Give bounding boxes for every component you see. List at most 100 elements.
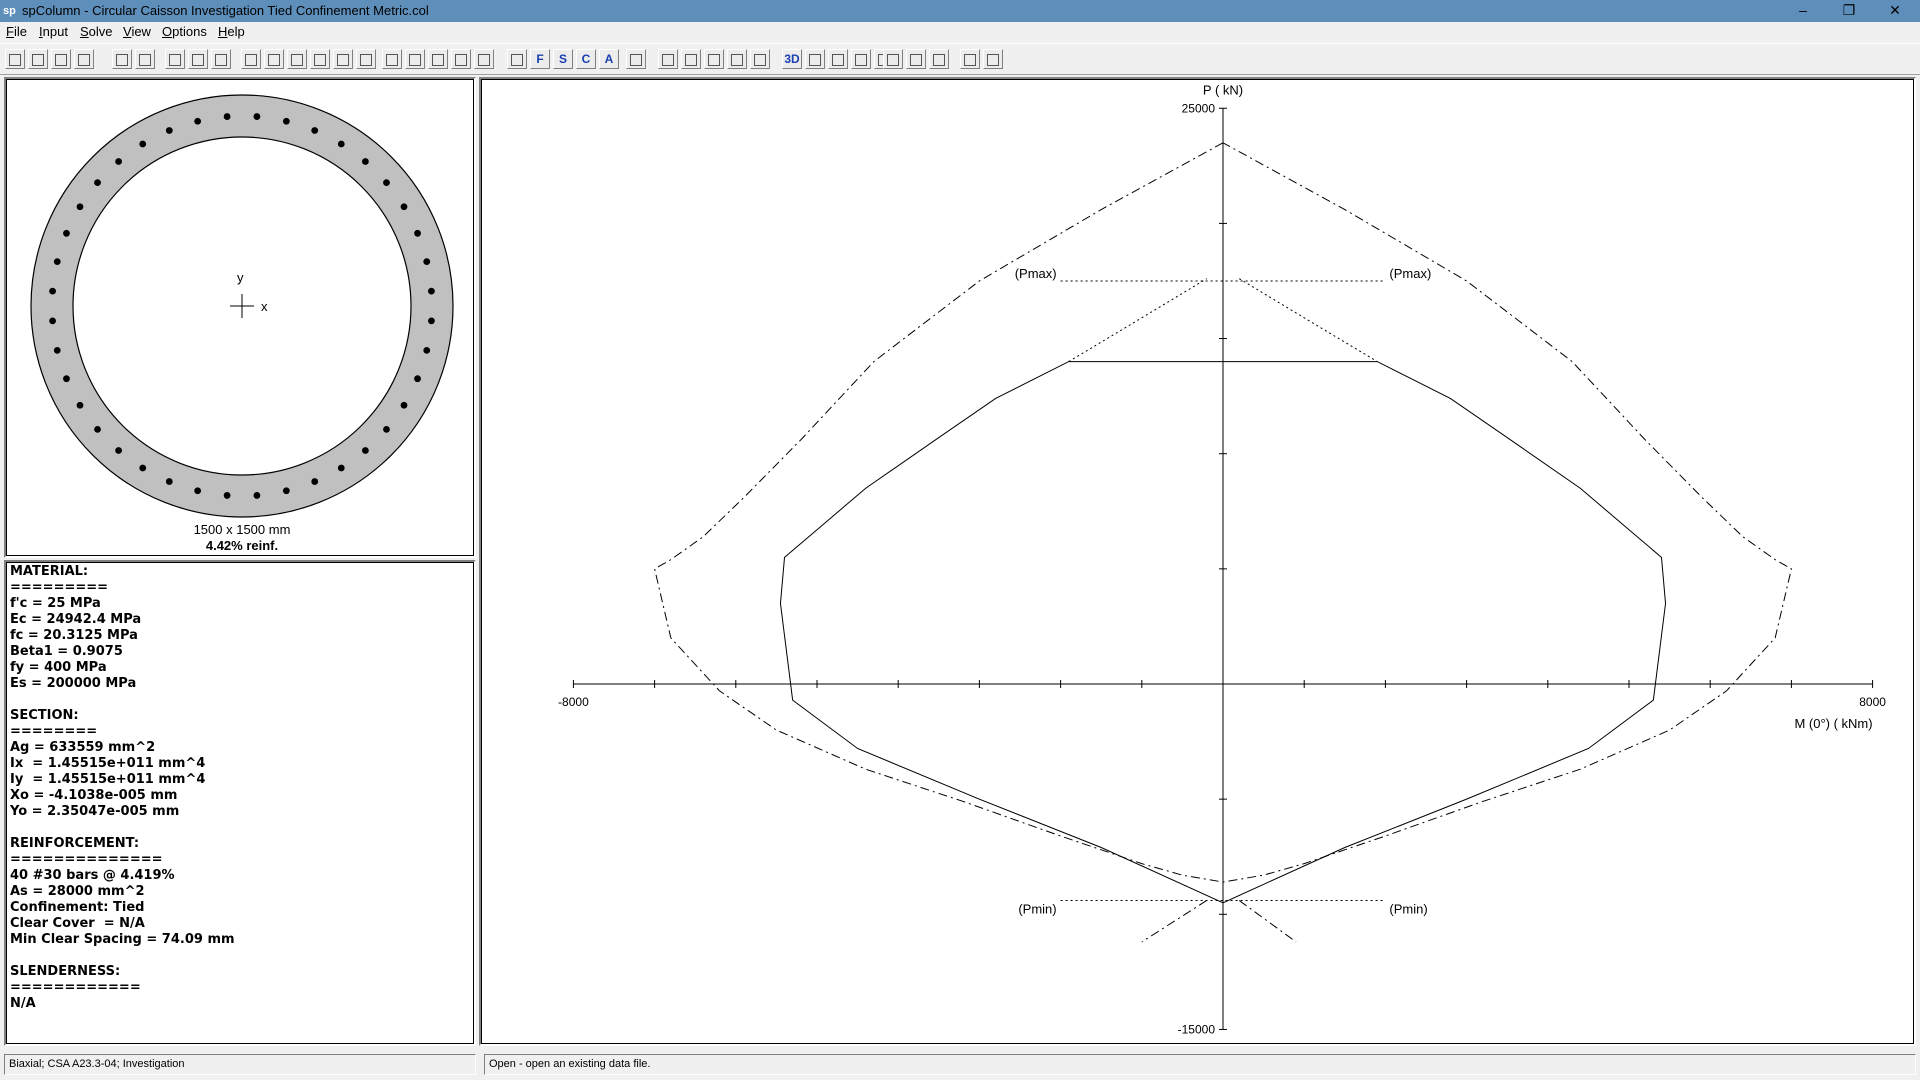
loads-service-icon[interactable]	[428, 49, 448, 69]
rebar	[115, 158, 123, 165]
rect-section-icon[interactable]	[165, 49, 185, 69]
sliding-load-icon[interactable]	[883, 49, 903, 69]
reinf-sides-different-icon[interactable]	[310, 49, 330, 69]
f-font-icon[interactable]: F	[530, 49, 550, 69]
3d-view-icon[interactable]: 3D	[782, 49, 802, 69]
y-tick-label-bottom: -15000	[1178, 1022, 1216, 1036]
grid-icon[interactable]	[658, 49, 678, 69]
rebar	[139, 464, 147, 472]
rebar	[311, 478, 319, 485]
rebar	[282, 487, 290, 495]
rebar	[337, 464, 345, 472]
pmin-label-right: (Pmin)	[1389, 901, 1427, 916]
menu-input[interactable]: Input	[39, 24, 68, 39]
reinf-two-sides-icon[interactable]	[264, 49, 284, 69]
rebar	[49, 317, 56, 325]
rebar	[423, 258, 431, 266]
section-reinf-ratio: 4.42% reinf.	[206, 538, 278, 553]
menu-solve[interactable]: Solve	[80, 24, 113, 39]
rebar	[223, 113, 231, 120]
x-axis-label: M (0°) ( kNm)	[1794, 716, 1872, 731]
rebar	[400, 401, 408, 409]
menu-file[interactable]: File	[6, 24, 27, 39]
reinf-four-sides-icon[interactable]	[287, 49, 307, 69]
rebar	[53, 258, 61, 266]
a-font-icon[interactable]: A	[599, 49, 619, 69]
sp-icon[interactable]	[960, 49, 980, 69]
menu-view[interactable]: View	[123, 24, 151, 39]
print-setup-icon[interactable]	[74, 49, 94, 69]
interaction-curve-dash-dot	[1238, 900, 1297, 943]
section-axis-x-label: x	[261, 299, 268, 314]
status-left: Biaxial; CSA A23.3-04; Investigation	[4, 1054, 476, 1075]
loads-control-icon[interactable]	[451, 49, 471, 69]
interaction-diagram: P ( kN) M (0°) ( kNm) 25000 -15000 -8000…	[558, 82, 1886, 1036]
rebar	[53, 346, 61, 354]
rebar	[282, 117, 290, 125]
print-icon[interactable]	[51, 49, 71, 69]
rotate-x-icon[interactable]	[704, 49, 724, 69]
loads-table-icon[interactable]	[507, 49, 527, 69]
rebar	[337, 140, 345, 148]
restore-button[interactable]: ❐	[1826, 0, 1872, 22]
open-icon[interactable]	[5, 49, 25, 69]
loads-factored-icon[interactable]	[405, 49, 425, 69]
s-font-icon[interactable]: S	[553, 49, 573, 69]
material-props-icon[interactable]	[135, 49, 155, 69]
menu-help[interactable]: Help	[218, 24, 245, 39]
menu-options[interactable]: Options	[162, 24, 207, 39]
factored-18-icon[interactable]	[906, 49, 926, 69]
interaction-curve-dash-dot	[1141, 900, 1208, 943]
slenderness-icon[interactable]	[382, 49, 402, 69]
reinf-all-sides-icon[interactable]	[241, 49, 261, 69]
general-info-icon[interactable]	[112, 49, 132, 69]
rebar	[253, 113, 261, 120]
rebar	[49, 287, 56, 295]
rebar	[361, 447, 369, 454]
section-dimensions: 1500 x 1500 mm	[194, 522, 291, 537]
c-font-icon[interactable]: C	[576, 49, 596, 69]
rebar	[194, 487, 202, 495]
pmin-label-left: (Pmin)	[1018, 901, 1056, 916]
interaction-curve-dotted	[1068, 278, 1208, 363]
close-button[interactable]: ✕	[1872, 0, 1918, 22]
interaction-curve-dotted	[1238, 278, 1378, 363]
circular-section-icon[interactable]	[188, 49, 208, 69]
phi-icon[interactable]	[929, 49, 949, 69]
zoom-icon[interactable]	[681, 49, 701, 69]
status-bar: Biaxial; CSA A23.3-04; Investigation Ope…	[0, 1051, 1920, 1080]
rebar	[428, 317, 435, 325]
y-tick-label-top: 25000	[1182, 101, 1216, 115]
sort-icon[interactable]	[626, 49, 646, 69]
rebar	[383, 425, 390, 433]
rebar	[400, 203, 408, 211]
rebar	[76, 203, 84, 211]
rebar	[414, 229, 421, 237]
section-view-panel: y x 1500 x 1500 mm 4.42% reinf.	[4, 77, 476, 558]
loads-axial-icon[interactable]	[474, 49, 494, 69]
irregular-section-icon[interactable]	[211, 49, 231, 69]
rebar	[76, 401, 84, 409]
properties-panel: MATERIAL: ========= f'c = 25 MPa Ec = 24…	[4, 560, 476, 1046]
report-icon[interactable]	[983, 49, 1003, 69]
rebar	[361, 158, 369, 165]
toolbar: F S C A 3D	[0, 43, 1920, 75]
section-drawing: y x 1500 x 1500 mm 4.42% reinf.	[30, 94, 454, 553]
save-icon[interactable]	[28, 49, 48, 69]
rotate-y-icon[interactable]	[727, 49, 747, 69]
minimize-button[interactable]: –	[1780, 0, 1826, 22]
pan-up-icon[interactable]	[805, 49, 825, 69]
pan-down-icon[interactable]	[828, 49, 848, 69]
properties-text: MATERIAL: ========= f'c = 25 MPa Ec = 24…	[10, 564, 235, 1011]
rebar	[311, 127, 319, 134]
rotate-z-icon[interactable]	[750, 49, 770, 69]
rebar	[414, 375, 421, 383]
reinf-irregular-icon[interactable]	[333, 49, 353, 69]
rebar	[94, 425, 101, 433]
zoom-in-icon[interactable]	[851, 49, 871, 69]
reinf-spiral-icon[interactable]	[356, 49, 376, 69]
section-axis-y-label: y	[237, 270, 244, 285]
app-logo: sp	[3, 5, 16, 17]
x-tick-label-left: -8000	[558, 695, 589, 709]
rebar	[383, 179, 390, 187]
